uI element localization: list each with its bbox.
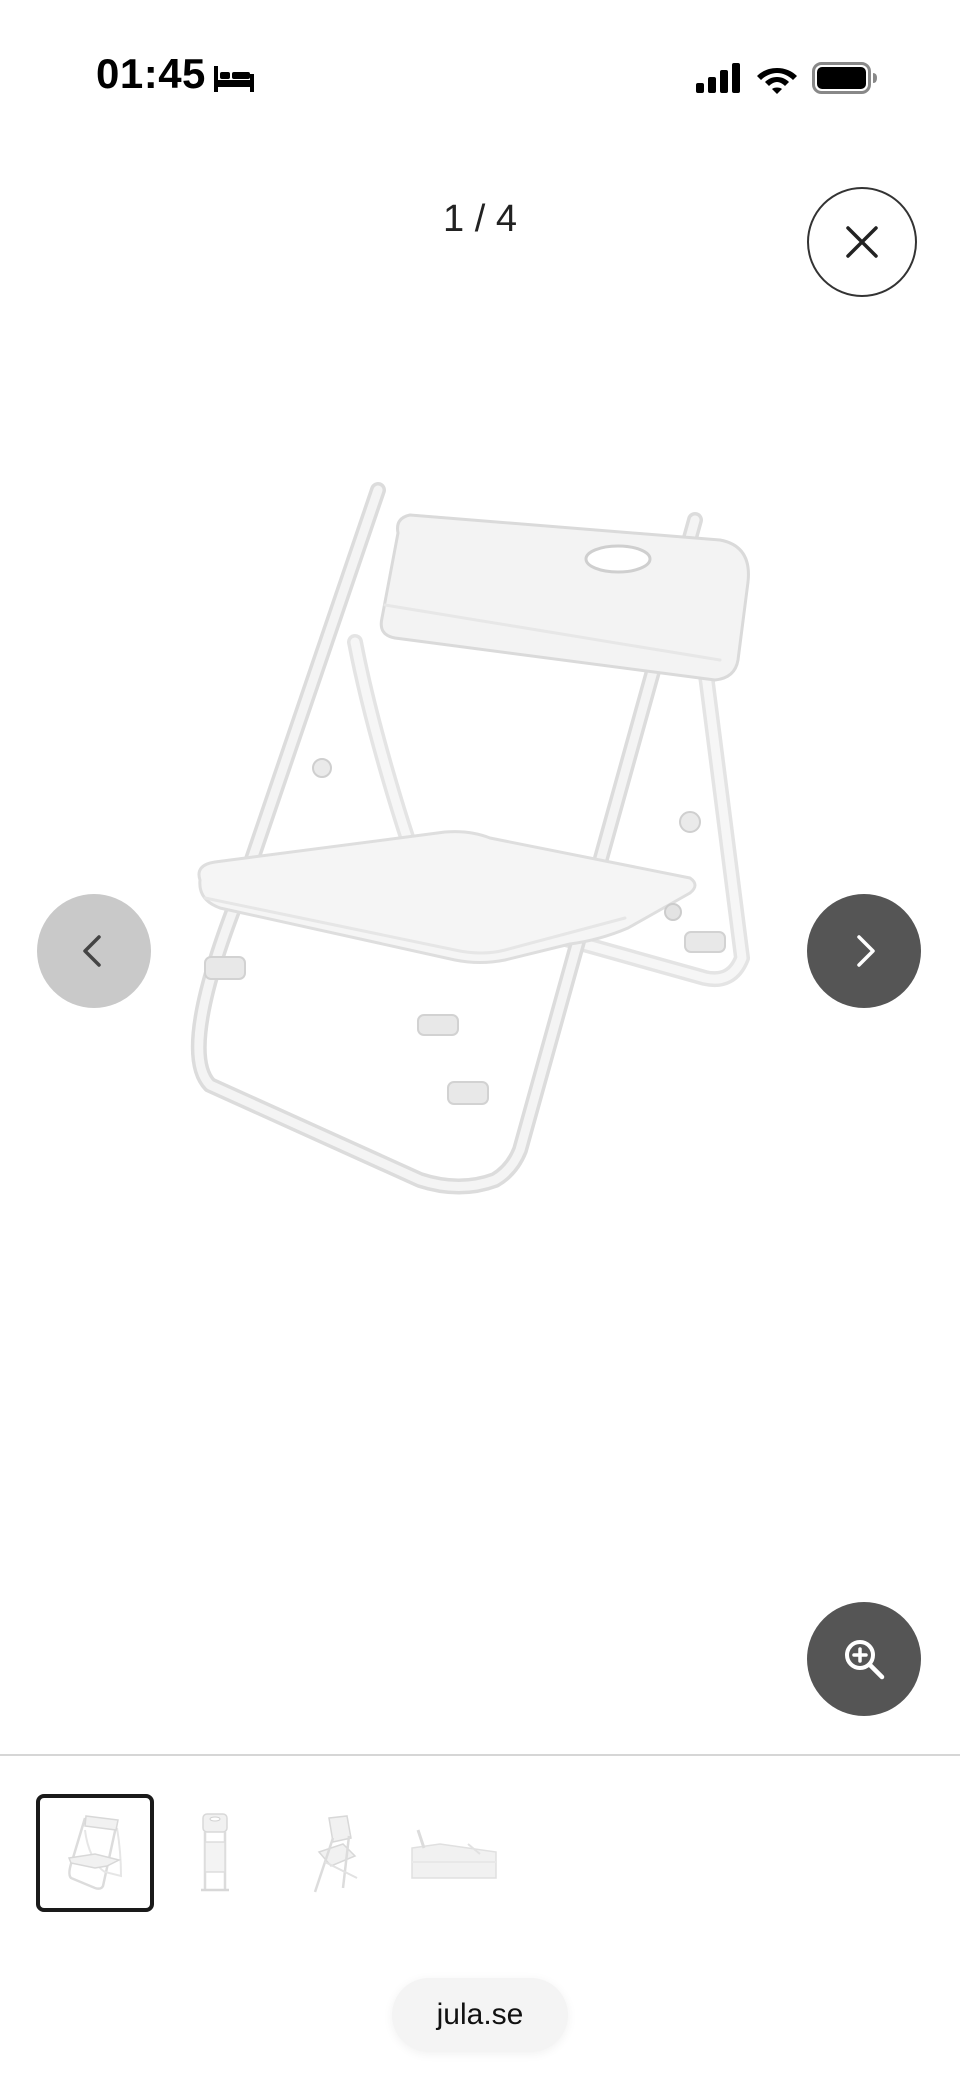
thumbnail-strip <box>36 1794 516 1912</box>
zoom-in-icon <box>845 1640 885 1680</box>
thumbnail-4[interactable] <box>396 1794 514 1912</box>
chevron-left-icon <box>83 935 101 967</box>
browser-url-bar[interactable]: jula.se <box>392 1978 568 2052</box>
thumbnail-divider <box>0 1754 960 1756</box>
chair-folded-view-thumbnail <box>201 1813 229 1892</box>
close-icon <box>846 226 878 258</box>
status-icons <box>696 58 878 98</box>
thumbnail-3[interactable] <box>276 1794 394 1912</box>
thumbnail-1-selected[interactable] <box>36 1794 154 1912</box>
image-gallery-screen: 01:45 1 / 4 jula.se <box>0 0 960 2087</box>
chair-side-view-thumbnail <box>313 1815 358 1893</box>
zoom-button[interactable] <box>807 1602 921 1716</box>
close-button[interactable] <box>807 187 917 297</box>
cellular-signal-icon <box>696 63 740 93</box>
chair-front-view-thumbnail <box>67 1815 123 1890</box>
wifi-icon <box>757 68 797 94</box>
battery-icon <box>812 62 877 94</box>
status-bar: 01:45 <box>0 0 960 150</box>
previous-image-button[interactable] <box>37 894 151 1008</box>
white-folding-chair <box>190 482 750 1195</box>
chevron-right-icon <box>857 935 875 967</box>
thumbnail-2[interactable] <box>156 1794 274 1912</box>
chair-seat-detail-thumbnail <box>411 1829 497 1879</box>
bed-icon <box>214 66 254 92</box>
next-image-button[interactable] <box>807 894 921 1008</box>
status-time: 01:45 <box>96 50 206 97</box>
